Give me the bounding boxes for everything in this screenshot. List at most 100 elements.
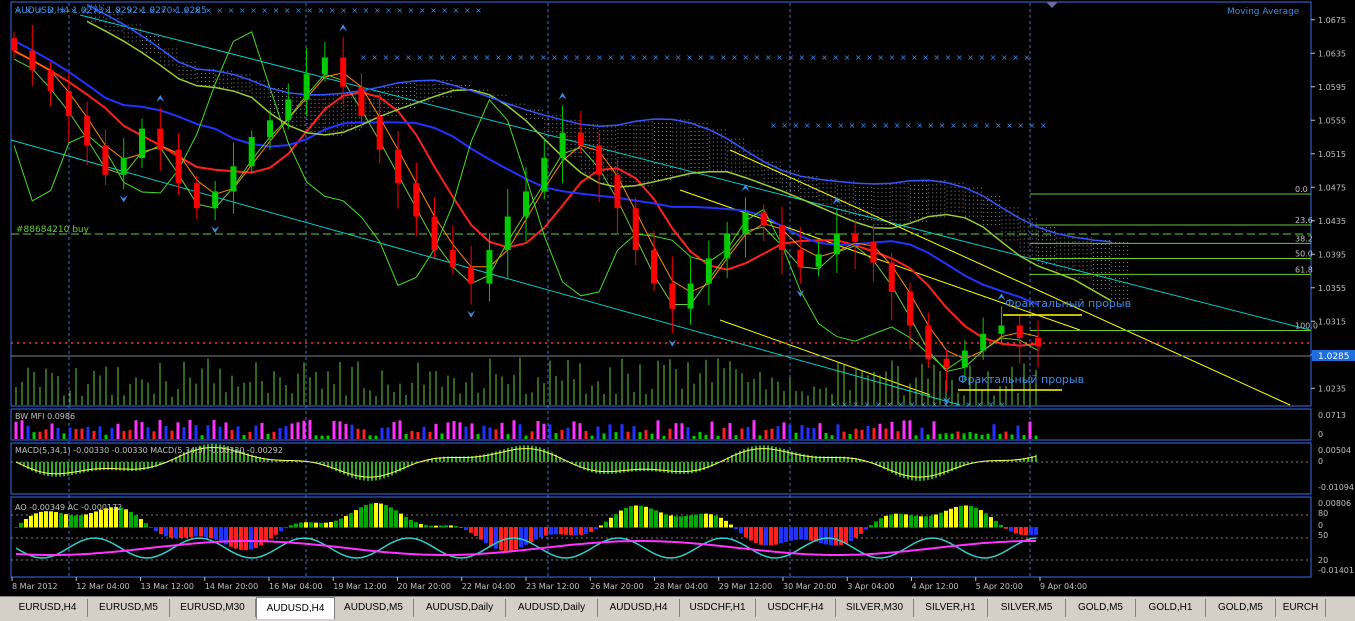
cloud-dot bbox=[871, 203, 873, 205]
cloud-dot bbox=[946, 206, 948, 208]
cloud-dot bbox=[863, 191, 865, 193]
cloud-dot bbox=[625, 181, 627, 183]
chart-tab-usdchf-h4[interactable]: USDCHF,H4 bbox=[756, 599, 836, 617]
cloud-dot bbox=[566, 135, 568, 137]
cloud-dot bbox=[727, 146, 729, 148]
chart-tab-audusd-m5[interactable]: AUDUSD,M5 bbox=[334, 599, 414, 617]
cloud-dot bbox=[633, 145, 635, 147]
chart-tab-gold-m5[interactable]: GOLD,M5 bbox=[1206, 599, 1276, 617]
cloud-dot bbox=[574, 119, 576, 121]
cloud-dot bbox=[146, 51, 147, 53]
cloud-dot bbox=[1074, 241, 1076, 243]
ao-bar bbox=[324, 522, 328, 528]
cloud-dot bbox=[720, 141, 722, 143]
cloud-dot bbox=[928, 184, 930, 186]
cloud-dot bbox=[954, 182, 956, 184]
ao-bar bbox=[34, 513, 38, 528]
time-tick-label: 9 Apr 04:00 bbox=[1040, 582, 1087, 591]
cloud-dot bbox=[588, 136, 590, 138]
cloud-dot bbox=[544, 119, 546, 121]
ao-bar bbox=[319, 522, 323, 528]
chart-tab-audusd-daily[interactable]: AUDUSD,Daily bbox=[506, 599, 598, 617]
cloud-dot bbox=[670, 178, 671, 180]
cloud-dot bbox=[1023, 230, 1025, 232]
cloud-dot bbox=[680, 139, 682, 141]
ao-bar bbox=[639, 505, 643, 528]
cloud-dot bbox=[340, 102, 342, 104]
ao-bar bbox=[279, 527, 283, 532]
chart-tab-audusd-daily[interactable]: AUDUSD,Daily bbox=[414, 599, 506, 617]
chart-tab-eurch[interactable]: EURCH bbox=[1276, 599, 1326, 617]
cloud-dot bbox=[625, 169, 627, 171]
cloud-dot bbox=[654, 166, 655, 168]
cloud-dot bbox=[560, 123, 562, 125]
cloud-dot bbox=[1086, 245, 1088, 247]
ao-bar bbox=[884, 515, 888, 528]
cloud-dot bbox=[871, 211, 873, 213]
cloud-dot bbox=[1082, 249, 1084, 251]
cloud-dot bbox=[899, 207, 901, 209]
cloud-dot bbox=[639, 133, 641, 135]
cloud-dot bbox=[172, 60, 174, 62]
chart-tab-silver-h1[interactable]: SILVER,H1 bbox=[914, 599, 988, 617]
cloud-dot bbox=[168, 64, 170, 66]
chart-tab-eurusd-m30[interactable]: EURUSD,M30 bbox=[170, 599, 256, 617]
cloud-dot bbox=[1123, 265, 1125, 267]
cloud-dot bbox=[698, 142, 700, 144]
cloud-dot bbox=[834, 191, 836, 193]
cloud-dot bbox=[1019, 246, 1021, 248]
cloud-dot bbox=[584, 168, 586, 170]
fibo-level-label: 23.6 bbox=[1295, 216, 1313, 225]
cloud-dot bbox=[328, 102, 330, 104]
cloud-dot bbox=[1009, 223, 1011, 225]
chart-tab-gold-m5[interactable]: GOLD,M5 bbox=[1066, 599, 1136, 617]
time-tick-label: 22 Mar 04:00 bbox=[462, 582, 515, 591]
cloud-dot bbox=[926, 188, 927, 190]
candle-body bbox=[65, 90, 72, 117]
cloud-dot bbox=[1096, 256, 1098, 258]
mfi-bar bbox=[626, 431, 630, 439]
cloud-dot bbox=[867, 199, 869, 201]
ao-bar bbox=[349, 513, 353, 528]
ao-bar bbox=[674, 516, 678, 528]
chart-tab-eurusd-h4[interactable]: EURUSD,H4 bbox=[8, 599, 88, 617]
mfi-bar bbox=[848, 433, 852, 439]
cloud-dot bbox=[840, 213, 842, 215]
cloud-dot bbox=[767, 173, 769, 175]
cloud-dot bbox=[658, 150, 659, 152]
cloud-dot bbox=[117, 30, 119, 32]
mfi-bar bbox=[542, 423, 546, 439]
cloud-dot bbox=[241, 74, 243, 76]
cloud-dot bbox=[1123, 253, 1125, 255]
chart-tab-audusd-h4[interactable]: AUDUSD,H4 bbox=[256, 597, 335, 619]
chart-tab-audusd-h4[interactable]: AUDUSD,H4 bbox=[598, 599, 680, 617]
cloud-dot bbox=[720, 133, 722, 135]
cloud-dot bbox=[1090, 249, 1092, 251]
cloud-dot bbox=[200, 77, 202, 79]
cloud-dot bbox=[355, 125, 357, 127]
cloud-dot bbox=[918, 192, 919, 194]
chart-window[interactable]: × × × × × × × × × × × × × × × × × × × × … bbox=[0, 0, 1355, 596]
ao-bar bbox=[194, 527, 198, 537]
mfi-bar bbox=[800, 425, 804, 439]
cloud-dot bbox=[690, 158, 692, 160]
cloud-dot bbox=[666, 134, 667, 136]
cloud-dot bbox=[991, 212, 993, 214]
cloud-dot bbox=[903, 227, 905, 229]
cloud-dot bbox=[538, 109, 539, 111]
cloud-dot bbox=[983, 220, 985, 222]
cloud-dot bbox=[223, 70, 225, 72]
cloud-dot bbox=[708, 165, 710, 167]
cloud-dot bbox=[343, 121, 345, 123]
cloud-dot bbox=[570, 143, 572, 145]
chart-tab-gold-h1[interactable]: GOLD,H1 bbox=[1136, 599, 1206, 617]
cloud-dot bbox=[694, 130, 696, 132]
chart-tab-usdchf-h1[interactable]: USDCHF,H1 bbox=[680, 599, 756, 617]
cloud-dot bbox=[391, 91, 393, 93]
cloud-dot bbox=[160, 56, 162, 58]
chart-tab-eurusd-m5[interactable]: EURUSD,M5 bbox=[88, 599, 170, 617]
cloud-dot bbox=[1005, 227, 1007, 229]
chart-tab-silver-m5[interactable]: SILVER,M5 bbox=[988, 599, 1066, 617]
cloud-dot bbox=[109, 30, 111, 32]
chart-tab-silver-m30[interactable]: SILVER,M30 bbox=[836, 599, 914, 617]
